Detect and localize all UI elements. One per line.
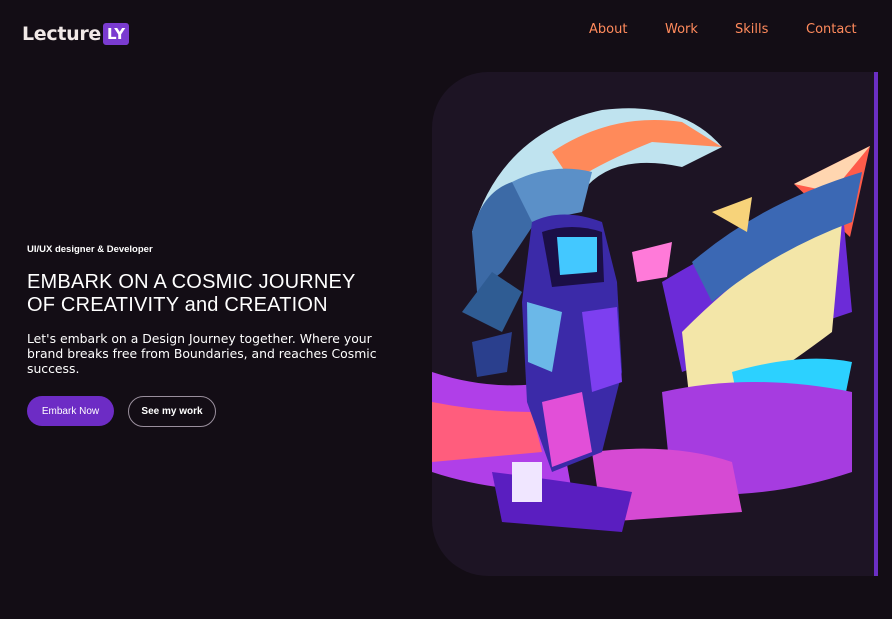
nav-link-contact[interactable]: Contact [806, 22, 857, 37]
hero-eyebrow: UI/UX designer & Developer [27, 244, 153, 255]
nav-link-about[interactable]: About [589, 22, 627, 37]
nav-link-skills[interactable]: Skills [735, 22, 768, 37]
illustration-edge [874, 72, 878, 576]
logo[interactable]: Lecture LY [22, 23, 130, 45]
hero-headline: EMBARK ON A COSMIC JOURNEY OF CREATIVITY… [27, 271, 407, 317]
astronaut-illustration [432, 108, 870, 532]
hero-illustration [432, 72, 878, 576]
logo-text: Lecture [22, 23, 102, 45]
hero-section: UI/UX designer & Developer EMBARK ON A C… [27, 244, 407, 427]
embark-now-button[interactable]: Embark Now [27, 396, 114, 426]
landing-page: Lecture LY About Work Skills Contact UI/… [0, 0, 892, 619]
see-my-work-button[interactable]: See my work [128, 396, 216, 427]
headline-line-1: EMBARK ON A COSMIC JOURNEY [27, 271, 356, 293]
hero-buttons: Embark Now See my work [27, 396, 407, 427]
headline-line-2: OF CREATIVITY and CREATION [27, 294, 328, 316]
hero-subtext: Let's embark on a Design Journey togethe… [27, 331, 377, 376]
nav-link-work[interactable]: Work [665, 22, 698, 37]
logo-badge: LY [103, 23, 130, 45]
